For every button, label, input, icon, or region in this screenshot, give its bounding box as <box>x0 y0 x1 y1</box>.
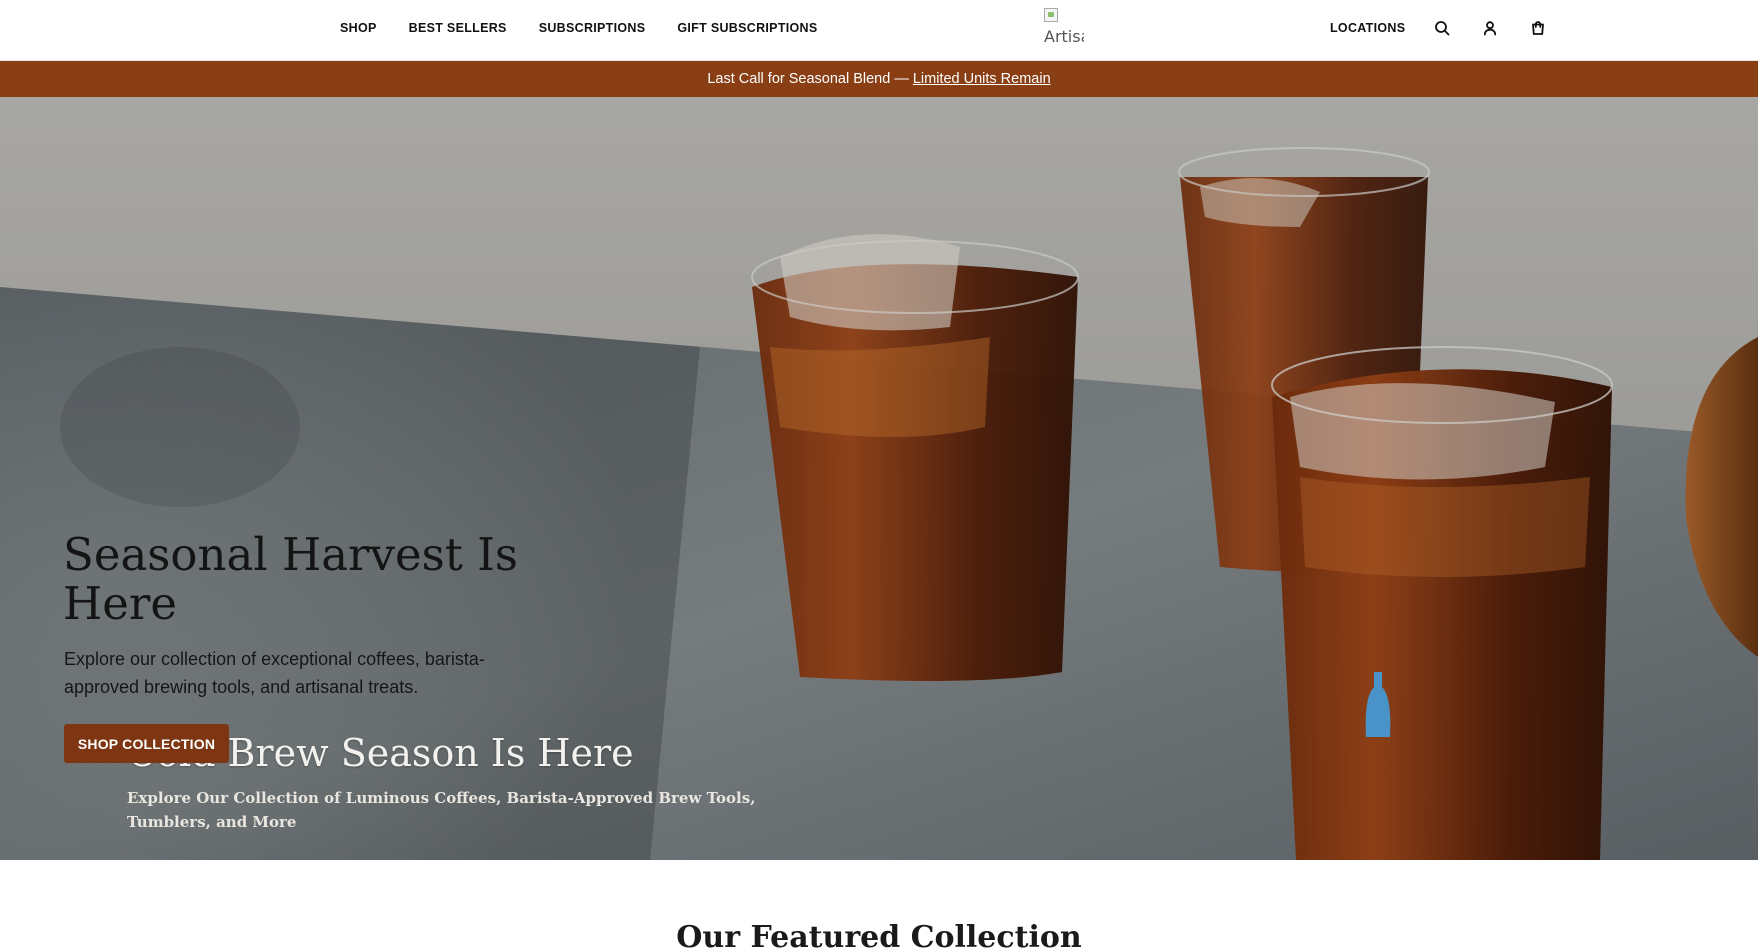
nav-shop-link[interactable]: SHOP <box>340 21 377 35</box>
logo-alt-text: Artisa <box>1044 27 1084 46</box>
primary-nav: SHOP BEST SELLERS SUBSCRIPTIONS GIFT SUB… <box>340 0 818 55</box>
announcement-bar: Last Call for Seasonal Blend — Limited U… <box>0 61 1758 97</box>
announcement-link[interactable]: Limited Units Remain <box>913 71 1051 87</box>
hero-description: Explore our collection of exceptional co… <box>64 649 485 697</box>
nav-locations-link[interactable]: LOCATIONS <box>1330 21 1405 35</box>
featured-collection-heading: Our Featured Collection <box>676 920 1082 951</box>
shop-collection-button[interactable]: SHOP COLLECTION <box>64 724 229 763</box>
site-header: SHOP BEST SELLERS SUBSCRIPTIONS GIFT SUB… <box>0 0 1758 61</box>
nav-gift-subscriptions-link[interactable]: GIFT SUBSCRIPTIONS <box>677 21 817 35</box>
account-icon[interactable] <box>1479 17 1501 39</box>
nav-best-sellers-link[interactable]: BEST SELLERS <box>409 21 507 35</box>
nav-subscriptions-link[interactable]: SUBSCRIPTIONS <box>539 21 646 35</box>
broken-image-icon <box>1044 8 1058 22</box>
search-icon[interactable] <box>1431 17 1453 39</box>
hero-banner: Seasonal Harvest Is Here Explore our col… <box>0 97 1758 860</box>
site-logo[interactable]: Artisa <box>1044 8 1084 46</box>
hero-title: Seasonal Harvest Is Here <box>63 528 518 630</box>
hero-image-overlay-text: Explore Our Collection of Luminous Coffe… <box>127 789 756 831</box>
cart-icon[interactable] <box>1527 17 1549 39</box>
announcement-text: Last Call for Seasonal Blend — <box>707 71 909 87</box>
utility-nav: LOCATIONS <box>1330 0 1549 55</box>
